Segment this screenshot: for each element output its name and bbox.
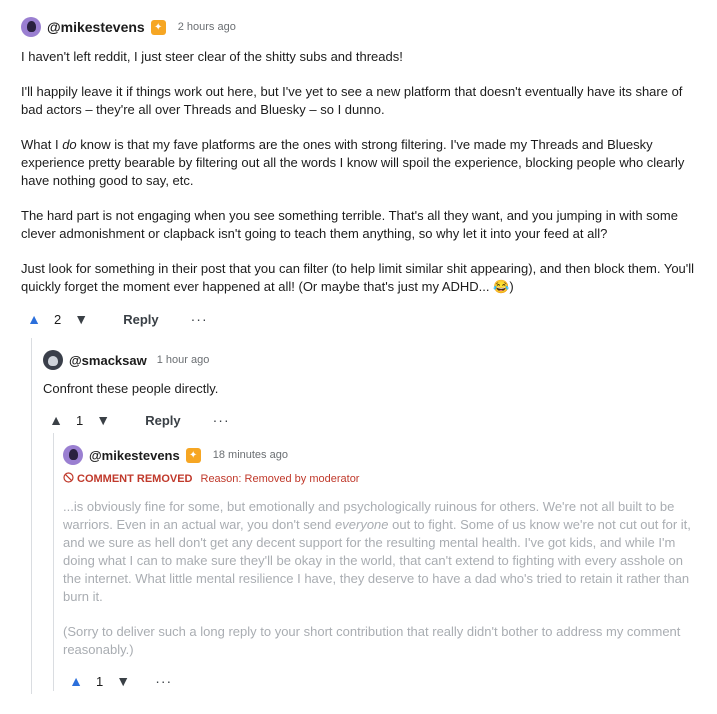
thread-line[interactable]: [31, 338, 32, 694]
comment-actions: ▲ 1 ▼ Reply ···: [48, 408, 683, 432]
comment-paragraph: The hard part is not engaging when you s…: [21, 208, 678, 241]
ban-icon: [63, 472, 74, 486]
downvote-icon[interactable]: ▼: [73, 311, 89, 327]
comment-actions: ▲ 1 ▼ ···: [68, 669, 693, 693]
comment-body: Confront these people directly.: [43, 380, 683, 398]
upvote-icon[interactable]: ▲: [68, 673, 84, 689]
comment-paragraph: Confront these people directly.: [43, 381, 219, 396]
vote-score: 1: [96, 673, 104, 689]
username[interactable]: @mikestevens: [89, 448, 180, 463]
comment-paragraph: Just look for something in their post th…: [21, 261, 695, 294]
timestamp[interactable]: 18 minutes ago: [213, 449, 288, 461]
vote-score: 1: [76, 412, 84, 428]
comment-body: I haven't left reddit, I just steer clea…: [21, 48, 701, 296]
upvote-icon[interactable]: ▲: [26, 311, 42, 327]
vote-score: 2: [54, 311, 62, 327]
username[interactable]: @smacksaw: [69, 353, 147, 368]
downvote-icon[interactable]: ▼: [95, 412, 111, 428]
avatar[interactable]: [43, 350, 63, 370]
timestamp[interactable]: 2 hours ago: [178, 21, 236, 33]
reply-button[interactable]: Reply: [123, 312, 158, 327]
timestamp[interactable]: 1 hour ago: [157, 354, 210, 366]
comment-header: @mikestevens ✦ 18 minutes ago: [63, 442, 693, 468]
username[interactable]: @mikestevens: [47, 19, 145, 35]
downvote-icon[interactable]: ▼: [115, 673, 131, 689]
removed-reason: Reason: Removed by moderator: [200, 473, 360, 485]
comment: @smacksaw 1 hour ago Confront these peop…: [43, 347, 683, 432]
comment-paragraph: (Sorry to deliver such a long reply to y…: [63, 624, 681, 657]
comment: @mikestevens ✦ 2 hours ago I haven't lef…: [21, 14, 701, 331]
comment-paragraph: I haven't left reddit, I just steer clea…: [21, 49, 403, 64]
reply-button[interactable]: Reply: [145, 413, 180, 428]
removed-notice: COMMENT REMOVED Reason: Removed by moder…: [63, 471, 693, 487]
more-options-icon[interactable]: ···: [191, 311, 208, 327]
comment-body: ...is obviously fine for some, but emoti…: [63, 498, 693, 659]
emphasis-text: everyone: [335, 517, 389, 532]
avatar[interactable]: [21, 17, 41, 37]
comment-actions: ▲ 2 ▼ Reply ···: [26, 307, 701, 331]
removed-label: COMMENT REMOVED: [77, 473, 193, 485]
more-options-icon[interactable]: ···: [155, 673, 172, 689]
upvote-icon[interactable]: ▲: [48, 412, 64, 428]
avatar[interactable]: [63, 445, 83, 465]
emphasis-text: do: [62, 137, 77, 152]
award-badge-icon: ✦: [150, 19, 166, 35]
comment-paragraph: I'll happily leave it if things work out…: [21, 84, 683, 117]
comment-paragraph: What I do know is that my fave platforms…: [21, 136, 701, 190]
text-run: What I: [21, 137, 59, 152]
award-badge-icon: ✦: [185, 447, 201, 463]
comment-paragraph: ...is obviously fine for some, but emoti…: [63, 498, 693, 606]
thread-line[interactable]: [53, 433, 54, 691]
more-options-icon[interactable]: ···: [213, 412, 230, 428]
text-run: know is that my fave platforms are the o…: [21, 137, 685, 188]
comment-header: @mikestevens ✦ 2 hours ago: [21, 14, 701, 40]
comment-header: @smacksaw 1 hour ago: [43, 347, 683, 373]
comment: @mikestevens ✦ 18 minutes ago COMMENT RE…: [63, 442, 693, 693]
comment-thread: @mikestevens ✦ 2 hours ago I haven't lef…: [0, 0, 717, 714]
